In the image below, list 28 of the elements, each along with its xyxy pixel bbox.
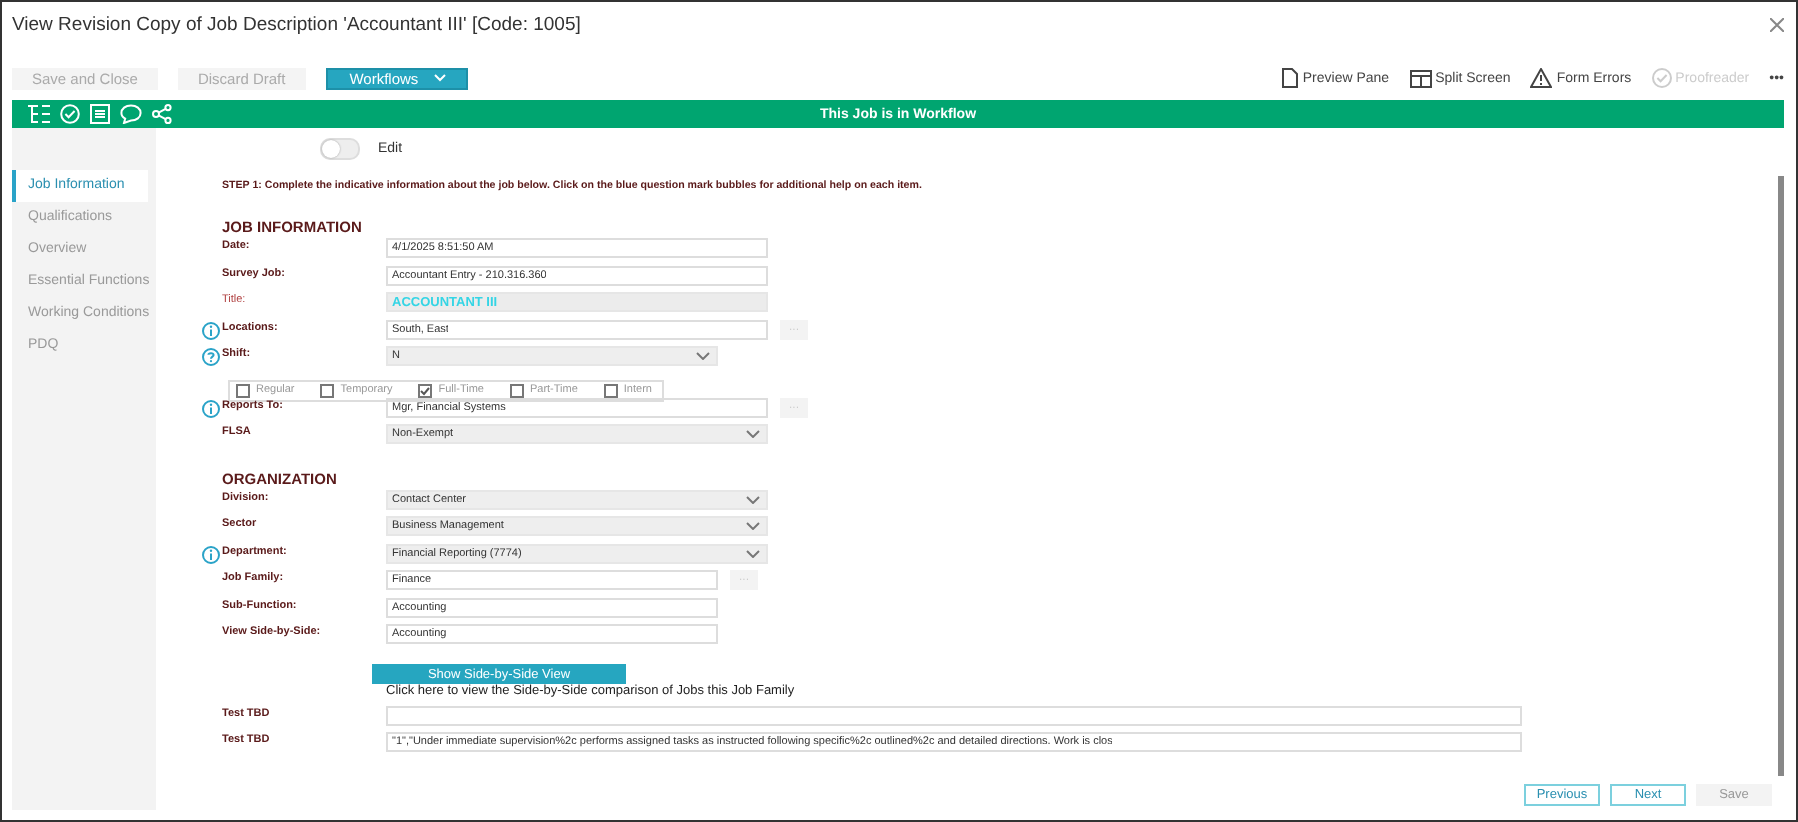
checkbox-icon [603,383,618,397]
checkbox-icon [236,383,250,397]
close-icon[interactable] [1770,17,1784,31]
caret-icon [434,74,447,82]
hierarchy-icon[interactable] [28,104,50,124]
window-title: View Revision Copy of Job Description 'Accountant III' [Code: 1005] [12,13,581,35]
split-screen-icon [1409,69,1432,87]
edit-toggle[interactable] [320,137,360,159]
input-field[interactable] [386,705,1522,725]
chevron-icon [746,495,760,503]
chevron-icon [746,522,760,530]
checkbox-icon [320,383,335,397]
list-icon[interactable] [90,104,110,124]
check-circle-icon [1651,68,1672,88]
info-icon[interactable] [202,545,220,563]
warning-icon [1530,68,1553,88]
comment-icon[interactable] [120,104,142,124]
help-icon[interactable] [202,348,220,366]
info-icon[interactable] [202,399,220,417]
chevron-icon [696,352,710,360]
check-circle-icon[interactable] [60,104,80,124]
chevron-icon [746,549,760,557]
info-icon[interactable] [202,321,220,339]
checkbox-icon [418,383,433,397]
checkbox-icon [509,383,524,397]
page-icon [1282,68,1299,88]
share-icon[interactable] [152,104,172,124]
chevron-icon [746,430,760,438]
